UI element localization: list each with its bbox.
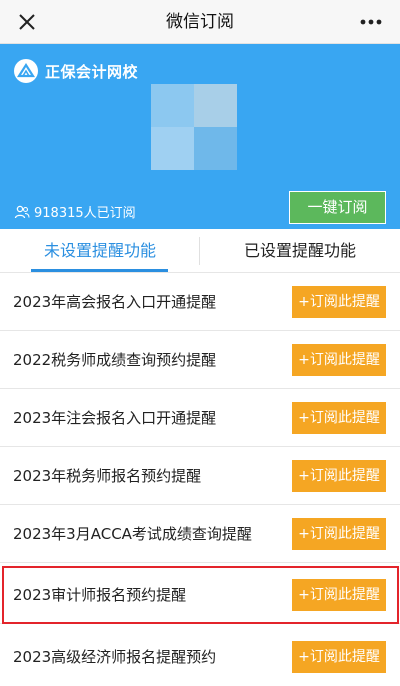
subscribe-all-button[interactable]: 一键订阅 <box>289 191 386 224</box>
list-item: 2023高级经济师报名提醒预约 +订阅此提醒 <box>0 628 400 686</box>
list-item: 2023年注会报名入口开通提醒 +订阅此提醒 <box>0 389 400 447</box>
users-icon <box>14 205 30 218</box>
subscriber-count: 918315人已订阅 <box>14 202 136 221</box>
subscribe-reminder-button[interactable]: +订阅此提醒 <box>292 579 386 611</box>
active-tab-indicator <box>31 269 168 272</box>
subscribe-reminder-button[interactable]: +订阅此提醒 <box>292 518 386 550</box>
brand-name: 正保会计网校 <box>45 62 139 81</box>
list-item: 2022税务师成绩查询预约提醒 +订阅此提醒 <box>0 331 400 389</box>
reminder-title: 2023年3月ACCA考试成绩查询提醒 <box>13 525 252 543</box>
qr-code-image <box>151 84 237 170</box>
tab-unset-reminders[interactable]: 未设置提醒功能 <box>0 229 200 272</box>
subscriber-text: 918315人已订阅 <box>34 206 136 221</box>
subscribe-reminder-button[interactable]: +订阅此提醒 <box>292 344 386 376</box>
reminder-title: 2022税务师成绩查询预约提醒 <box>13 351 217 369</box>
brand-logo-icon <box>14 59 38 83</box>
list-item: 2023年高会报名入口开通提醒 +订阅此提醒 <box>0 273 400 331</box>
more-dots-icon[interactable] <box>356 9 386 35</box>
reminder-title: 2023审计师报名预约提醒 <box>13 586 187 604</box>
reminder-title: 2023高级经济师报名提醒预约 <box>13 648 217 666</box>
subscribe-reminder-button[interactable]: +订阅此提醒 <box>292 286 386 318</box>
account-banner: 正保会计网校 918315人已订阅 一键订阅 <box>0 44 400 229</box>
list-item: 2023年税务师报名预约提醒 +订阅此提醒 <box>0 447 400 505</box>
page-title: 微信订阅 <box>166 12 234 32</box>
list-item: 2023年3月ACCA考试成绩查询提醒 +订阅此提醒 <box>0 505 400 563</box>
tab-set-reminders[interactable]: 已设置提醒功能 <box>200 229 400 272</box>
reminder-title: 2023年高会报名入口开通提醒 <box>13 293 217 311</box>
subscribe-reminder-button[interactable]: +订阅此提醒 <box>292 460 386 492</box>
subscribe-reminder-button[interactable]: +订阅此提醒 <box>292 402 386 434</box>
reminder-tabs: 未设置提醒功能 已设置提醒功能 <box>0 229 400 273</box>
reminder-title: 2023年税务师报名预约提醒 <box>13 467 202 485</box>
list-item: 2023审计师报名预约提醒 +订阅此提醒 <box>0 566 400 624</box>
brand: 正保会计网校 <box>14 58 138 84</box>
subscribe-reminder-button[interactable]: +订阅此提醒 <box>292 641 386 673</box>
nav-bar: 微信订阅 <box>0 0 400 44</box>
reminder-title: 2023年注会报名入口开通提醒 <box>13 409 217 427</box>
